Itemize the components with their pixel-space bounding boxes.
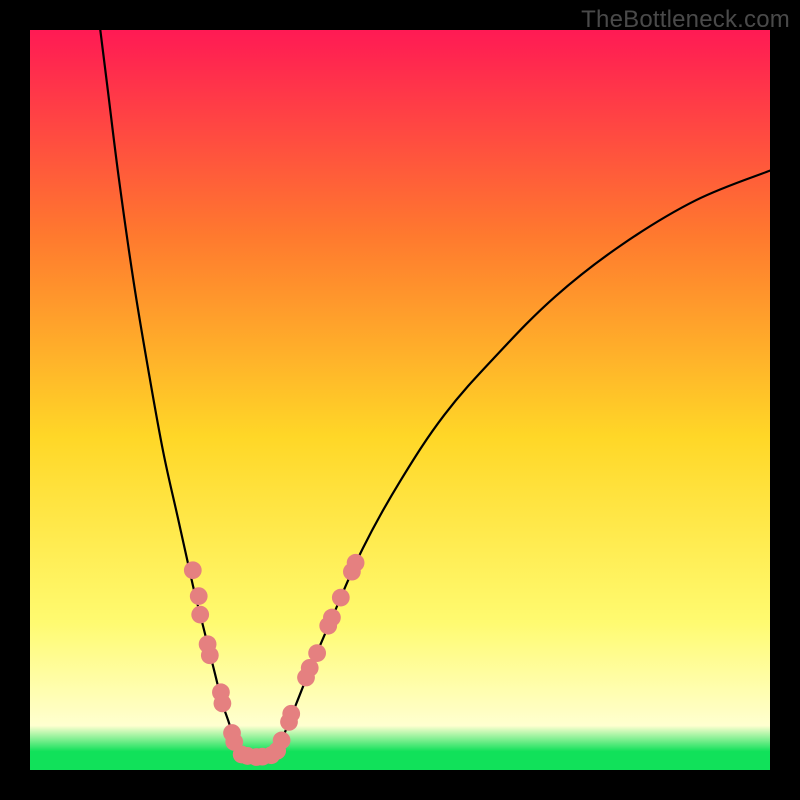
highlight-dot (332, 589, 350, 607)
plot-area (30, 30, 770, 770)
chart-svg (30, 30, 770, 770)
outer-frame: TheBottleneck.com (0, 0, 800, 800)
highlight-dot (347, 554, 365, 572)
highlight-dot (184, 561, 202, 579)
highlight-dot (191, 606, 209, 624)
highlight-dot (201, 646, 219, 664)
highlight-dot (282, 705, 300, 723)
highlight-dot (190, 587, 208, 605)
highlight-dot (214, 695, 232, 713)
watermark-label: TheBottleneck.com (581, 6, 790, 34)
highlight-dot (308, 644, 326, 662)
highlight-dots-group (184, 554, 365, 766)
highlight-dot (273, 732, 291, 750)
highlight-dot (323, 609, 341, 627)
